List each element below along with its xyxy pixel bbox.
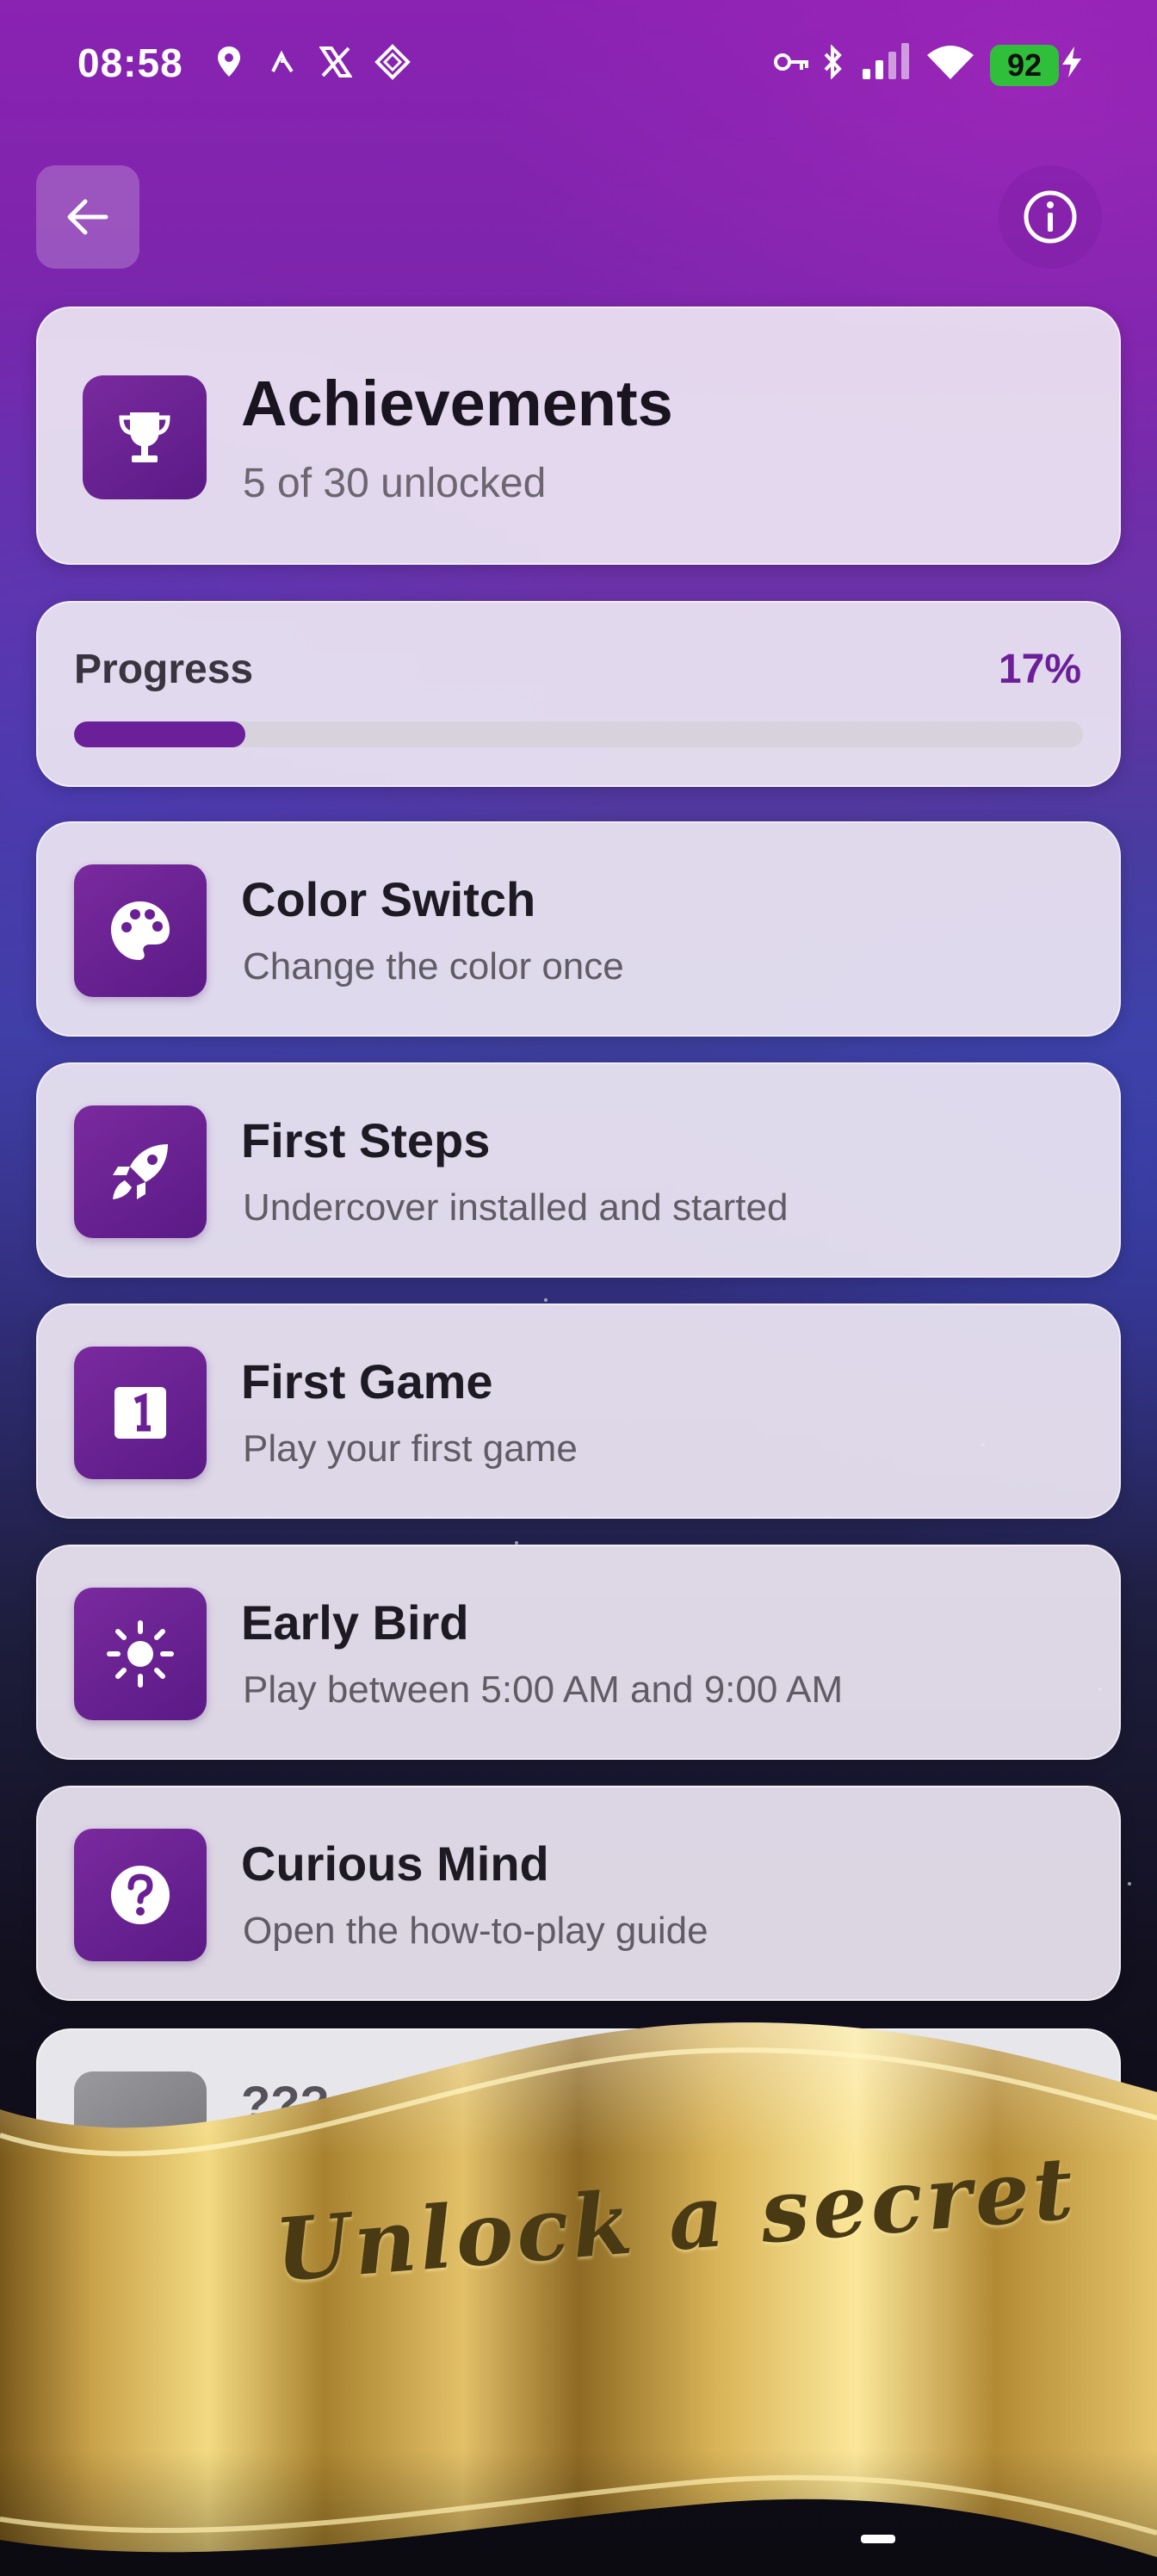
achievement-tile (74, 1829, 207, 1961)
achievement-card-color-switch[interactable]: Color Switch Change the color once (36, 821, 1121, 1037)
signal-icon (859, 43, 914, 79)
trophy-icon (119, 412, 170, 462)
palette-icon (111, 901, 170, 960)
achievement-tile (74, 1588, 207, 1720)
battery-icon: 92 (990, 45, 1059, 86)
achievement-description: Undercover installed and started (243, 1186, 789, 1229)
progress-bar (74, 721, 1083, 747)
achievement-description: Play between 5:00 AM and 9:00 AM (243, 1669, 844, 1711)
achievement-card-first-game[interactable]: First Game Play your first game (36, 1303, 1121, 1519)
background-star (544, 1298, 548, 1302)
achievement-title: Curious Mind (241, 1836, 549, 1891)
number-one-icon (114, 1387, 166, 1439)
wifi-icon (925, 45, 976, 79)
achievement-title: Early Bird (241, 1595, 469, 1650)
progress-card: Progress 17% (36, 601, 1121, 787)
charging-icon (1059, 45, 1085, 79)
achievement-title: First Game (241, 1354, 493, 1409)
bluetooth-icon (820, 45, 847, 79)
trophy-tile (83, 375, 207, 499)
question-icon (111, 1866, 170, 1924)
battery-level: 92 (1006, 47, 1043, 83)
arrow-left-icon (67, 199, 108, 235)
diamond-icon (374, 44, 411, 80)
achievement-tile (74, 864, 207, 997)
achievement-description: Open the how-to-play guide (243, 1910, 708, 1952)
progress-label: Progress (74, 647, 254, 692)
achievement-tile (74, 1347, 207, 1479)
info-icon (1024, 190, 1077, 244)
progress-percent: 17% (998, 647, 1081, 692)
achievement-card-early-bird[interactable]: Early Bird Play between 5:00 AM and 9:00… (36, 1545, 1121, 1760)
achievement-description: Change the color once (243, 945, 624, 988)
status-time: 08:58 (77, 40, 183, 85)
key-icon (773, 45, 811, 79)
home-indicator (861, 2535, 895, 2543)
achievement-title: Color Switch (241, 872, 536, 926)
unlock-banner[interactable] (0, 2006, 1157, 2576)
back-button[interactable] (36, 165, 139, 269)
sun-icon (107, 1620, 174, 1687)
header-card: Achievements 5 of 30 unlocked (36, 307, 1121, 565)
achievement-tile (74, 1105, 207, 1238)
progress-fill (74, 721, 246, 747)
achievement-title: First Steps (241, 1113, 491, 1167)
rocket-icon (113, 1144, 168, 1199)
x-icon (319, 45, 353, 79)
achievement-description: Play your first game (243, 1427, 578, 1470)
info-button[interactable] (999, 165, 1102, 269)
page-title: Achievements (241, 368, 673, 439)
location-icon (212, 45, 246, 79)
background-star (1128, 1882, 1131, 1886)
unlocked-count: 5 of 30 unlocked (243, 461, 547, 506)
status-bar: 08:58 92 (0, 0, 1157, 129)
app-a-icon (267, 45, 298, 79)
achievement-card-curious-mind[interactable]: Curious Mind Open the how-to-play guide (36, 1786, 1121, 2001)
achievement-card-first-steps[interactable]: First Steps Undercover installed and sta… (36, 1062, 1121, 1278)
